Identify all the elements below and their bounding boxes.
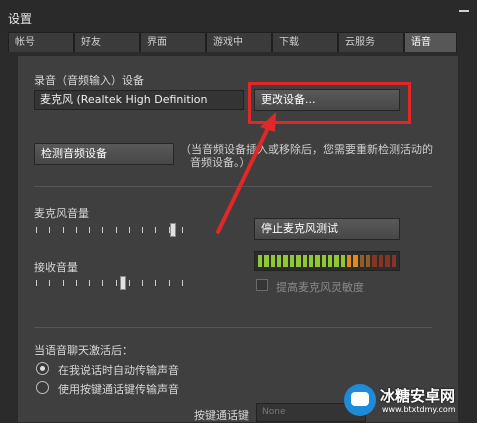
watermark-name: 冰糖安卓网: [380, 387, 456, 405]
ice-logo-icon: [344, 384, 376, 416]
watermark-url: www.btxtdmy.com: [382, 405, 456, 414]
annotation-arrow: [216, 112, 276, 234]
watermark: 冰糖安卓网 www.btxtdmy.com: [344, 384, 470, 418]
